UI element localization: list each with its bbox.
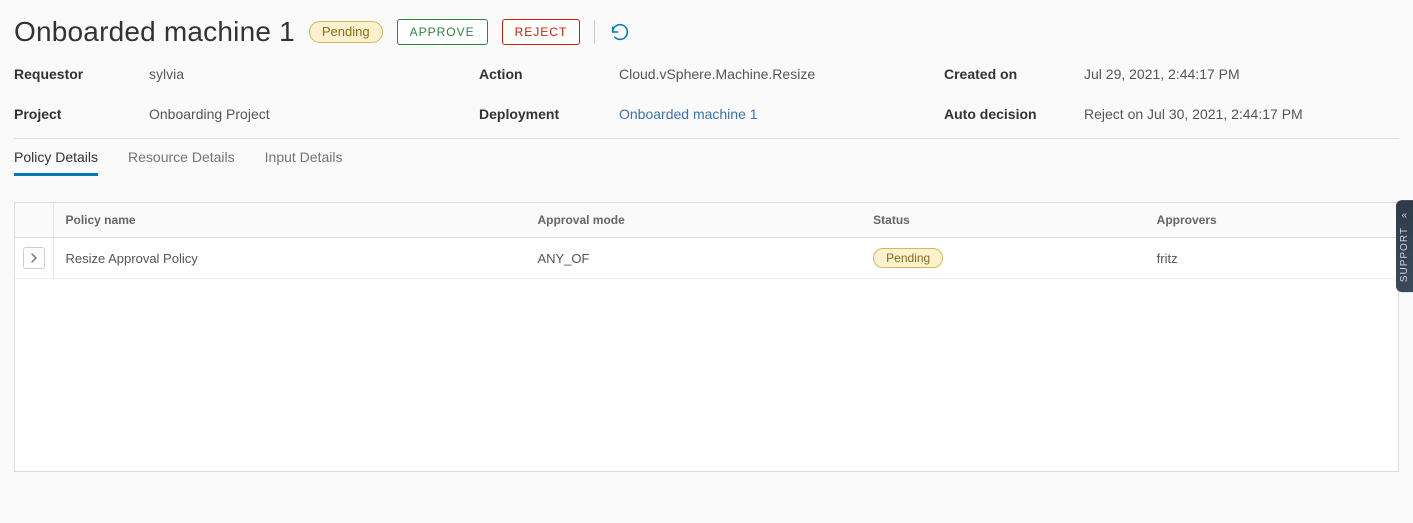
properties-grid: Requestor sylvia Action Cloud.vSphere.Ma… [14,66,1399,122]
project-value: Onboarding Project [149,106,479,122]
autodecision-value: Reject on Jul 30, 2021, 2:44:17 PM [1084,106,1399,122]
horizontal-scrollbar[interactable] [14,509,1399,523]
tab-policy-details[interactable]: Policy Details [14,149,98,176]
cell-approval-mode: ANY_OF [525,238,861,279]
requestor-value: sylvia [149,66,479,82]
approve-button[interactable]: APPROVE [397,19,488,45]
autodecision-label: Auto decision [944,106,1084,122]
deployment-label: Deployment [479,106,619,122]
table-row: Resize Approval Policy ANY_OF Pending fr… [15,238,1398,279]
reject-button[interactable]: REJECT [502,19,581,45]
tab-resource-details[interactable]: Resource Details [128,149,235,176]
support-label: SUPPORT [1399,227,1410,282]
deployment-link[interactable]: Onboarded machine 1 [619,106,944,122]
createdon-value: Jul 29, 2021, 2:44:17 PM [1084,66,1399,82]
support-tab[interactable]: SUPPORT « [1396,200,1413,292]
col-status[interactable]: Status [861,203,1145,238]
requestor-label: Requestor [14,66,149,82]
page-title: Onboarded machine 1 [14,16,295,48]
header-row: Onboarded machine 1 Pending APPROVE REJE… [14,16,1399,48]
col-approval-mode[interactable]: Approval mode [525,203,861,238]
action-value: Cloud.vSphere.Machine.Resize [619,66,944,82]
action-label: Action [479,66,619,82]
cell-status: Pending [861,238,1145,279]
status-badge: Pending [309,21,383,43]
refresh-icon[interactable] [609,21,631,43]
col-approvers[interactable]: Approvers [1145,203,1398,238]
expand-row-button[interactable] [23,247,45,269]
project-label: Project [14,106,149,122]
cell-approvers: fritz [1145,238,1398,279]
policy-table-wrap: Policy name Approval mode Status Approve… [14,202,1399,472]
col-expander [15,203,53,238]
chevron-up-icon: « [1401,210,1408,221]
createdon-label: Created on [944,66,1084,82]
cell-policy-name: Resize Approval Policy [53,238,525,279]
tabs: Policy Details Resource Details Input De… [14,139,1399,176]
col-policy-name[interactable]: Policy name [53,203,525,238]
tab-input-details[interactable]: Input Details [265,149,343,176]
status-pill: Pending [873,248,943,268]
separator [594,20,595,44]
policy-table: Policy name Approval mode Status Approve… [15,203,1398,279]
